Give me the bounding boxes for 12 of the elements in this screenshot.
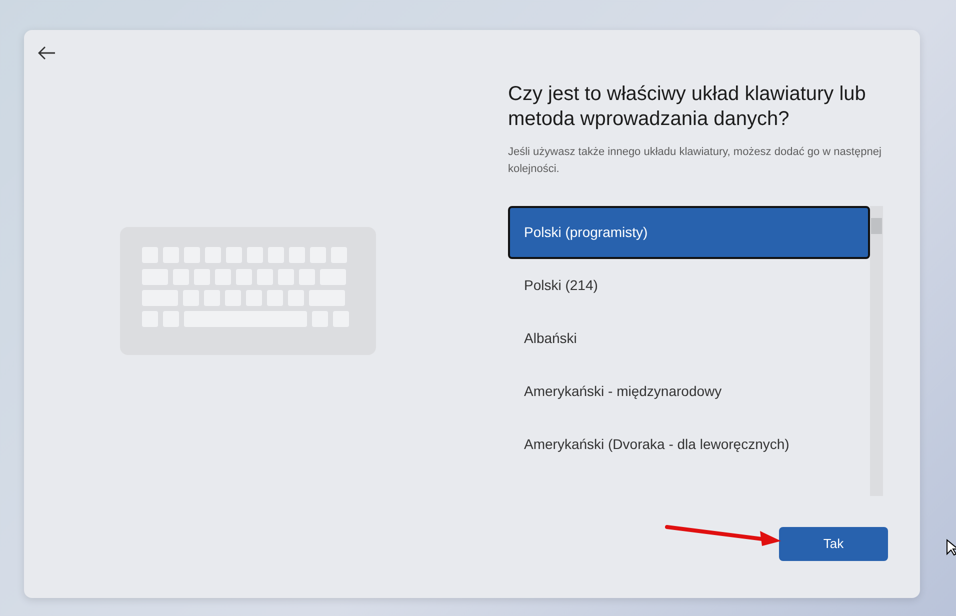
scrollbar-thumb[interactable] (871, 218, 882, 234)
layout-option[interactable]: Polski (programisty) (508, 206, 870, 259)
layout-option[interactable]: Polski (214) (508, 259, 870, 312)
page-subtitle: Jeśli używasz także innego układu klawiatury, możesz dodać go w następnej kolejności. (508, 145, 882, 177)
back-arrow-icon (38, 46, 56, 60)
confirm-button[interactable]: Tak (779, 527, 888, 561)
layout-option[interactable]: Amerykański - międzynarodowy (508, 365, 870, 418)
mouse-cursor-icon (946, 539, 956, 556)
layout-option[interactable]: Amerykański (Dvoraka - dla leworęcznych) (508, 418, 870, 471)
layout-option[interactable]: Albański (508, 312, 870, 365)
page-title: Czy jest to właściwy układ klawiatury lub metoda wprowadzania danych? (508, 82, 867, 132)
scrollbar[interactable] (870, 206, 883, 496)
